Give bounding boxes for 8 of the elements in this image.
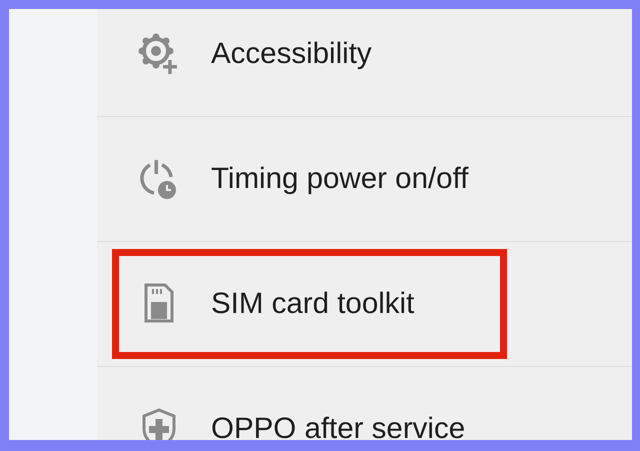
- item-label: SIM card toolkit: [211, 287, 414, 321]
- settings-item[interactable]: Accessibility: [112, 9, 507, 109]
- item-label: Timing power on/off: [211, 162, 468, 196]
- item-label: OPPO after service: [211, 412, 466, 440]
- settings-item[interactable]: OPPO after service: [112, 374, 507, 440]
- settings-item[interactable]: SIM card toolkit: [112, 249, 507, 359]
- item-label: Accessibility: [211, 37, 372, 71]
- settings-item[interactable]: Timing power on/off: [112, 124, 507, 234]
